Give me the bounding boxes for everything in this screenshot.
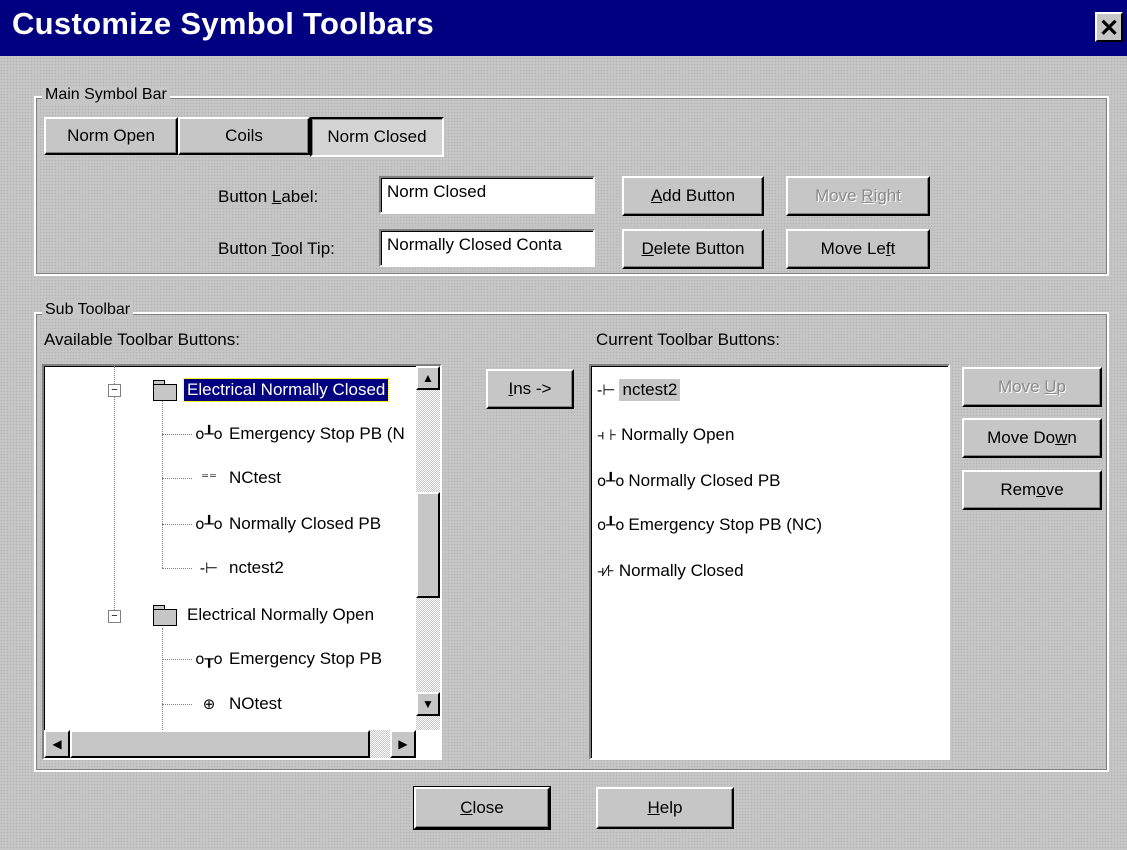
tree-leaf[interactable]: o┰o Emergency Stop PB [192, 644, 385, 674]
sub-toolbar-legend: Sub Toolbar [42, 301, 134, 319]
scroll-up-arrow[interactable]: ▲ [416, 366, 440, 390]
list-item[interactable]: ⫞ ⊦ Normally Open [597, 420, 734, 450]
title-bar: Customize Symbol Toolbars ✕ [0, 0, 1127, 56]
pushbutton-symbol-icon: o┸o [597, 472, 625, 490]
pushbutton-symbol-icon: o┸o [195, 515, 223, 533]
move-right-button[interactable]: Move Right [786, 176, 930, 216]
list-item[interactable]: -⊢ nctest2 [597, 375, 681, 405]
tree-line [162, 524, 192, 525]
delete-button[interactable]: Delete Button [622, 229, 764, 269]
tree-leaf[interactable]: o┸o Emergency Stop PB (N [192, 419, 408, 449]
list-item[interactable]: o┸o Normally Closed PB [597, 466, 781, 496]
tree-folder[interactable]: Electrical Normally Closed [152, 375, 390, 405]
nc-contact-symbol-icon: ⁼⁼ [201, 469, 217, 487]
emergency-stop-symbol-icon: o┸o [597, 516, 625, 534]
scroll-left-arrow[interactable]: ◀ [44, 730, 70, 758]
tree-line [114, 366, 115, 616]
tab-coils[interactable]: Coils [178, 117, 310, 155]
collapse-icon[interactable]: − [108, 610, 121, 623]
remove-button[interactable]: Remove [962, 470, 1102, 510]
current-caption: Current Toolbar Buttons: [596, 330, 780, 349]
close-icon: ✕ [1098, 15, 1120, 42]
tab-norm-closed[interactable]: Norm Closed [310, 117, 444, 157]
tree-line [162, 659, 192, 660]
emergency-stop-symbol-icon: o┰o [195, 650, 223, 668]
horizontal-scroll-thumb[interactable] [70, 730, 370, 758]
main-symbol-bar-legend: Main Symbol Bar [42, 86, 170, 104]
button-label-field[interactable]: Norm Closed [379, 176, 595, 214]
current-buttons-list[interactable]: -⊢ nctest2 ⫞ ⊦ Normally Open o┸o Normall… [589, 364, 950, 760]
contact-symbol-icon: -⊢ [597, 381, 616, 399]
tree-leaf[interactable]: o┸o Normally Closed PB [192, 509, 384, 539]
close-button[interactable]: Close [413, 786, 551, 830]
tree-line [162, 434, 192, 435]
tooltip-field[interactable]: Normally Closed Conta [379, 229, 595, 267]
available-caption: Available Toolbar Buttons: [44, 330, 240, 349]
nc-contact-symbol-icon: ⫞⁄⊦ [597, 562, 615, 580]
scroll-right-arrow[interactable]: ▶ [390, 730, 416, 758]
folder-open-icon [152, 380, 178, 401]
tree-leaf[interactable]: -⊢ nctest2 [192, 553, 287, 583]
list-item[interactable]: o┸o Emergency Stop PB (NC) [597, 510, 822, 540]
emergency-stop-symbol-icon: o┸o [195, 425, 223, 443]
window-title: Customize Symbol Toolbars [12, 6, 435, 41]
available-buttons-tree[interactable]: − − Electrical Normally Closed o┸o Emerg… [42, 364, 442, 760]
tree-line [162, 478, 192, 479]
help-button[interactable]: Help [596, 787, 734, 829]
no-contact-symbol-icon: ⊕ [202, 695, 216, 713]
scroll-down-arrow[interactable]: ▼ [416, 692, 440, 716]
no-contact-symbol-icon: ⫞ ⊦ [597, 426, 618, 444]
move-up-button[interactable]: Move Up [962, 367, 1102, 407]
tree-folder[interactable]: Electrical Normally Open [152, 600, 377, 630]
folder-icon [152, 605, 178, 626]
add-button[interactable]: Add Button [622, 176, 764, 216]
button-label-caption: Button Label: [218, 187, 319, 206]
tree-line [162, 568, 192, 569]
tree-leaf[interactable]: ⊕ NOtest [192, 689, 285, 719]
tree-leaf[interactable]: ⁼⁼ NCtest [192, 463, 284, 493]
tree-line [162, 704, 192, 705]
tree-line [162, 398, 163, 568]
contact-symbol-icon: -⊢ [199, 559, 219, 577]
move-down-button[interactable]: Move Down [962, 418, 1102, 458]
vertical-scroll-thumb[interactable] [416, 492, 440, 598]
collapse-icon[interactable]: − [108, 384, 121, 397]
tab-norm-open[interactable]: Norm Open [44, 117, 178, 155]
close-window-button[interactable]: ✕ [1095, 12, 1123, 42]
tooltip-caption: Button Tool Tip: [218, 239, 335, 258]
list-item[interactable]: ⫞⁄⊦ Normally Closed [597, 556, 744, 586]
insert-button[interactable]: Ins -> [486, 369, 574, 409]
move-left-button[interactable]: Move Left [786, 229, 930, 269]
